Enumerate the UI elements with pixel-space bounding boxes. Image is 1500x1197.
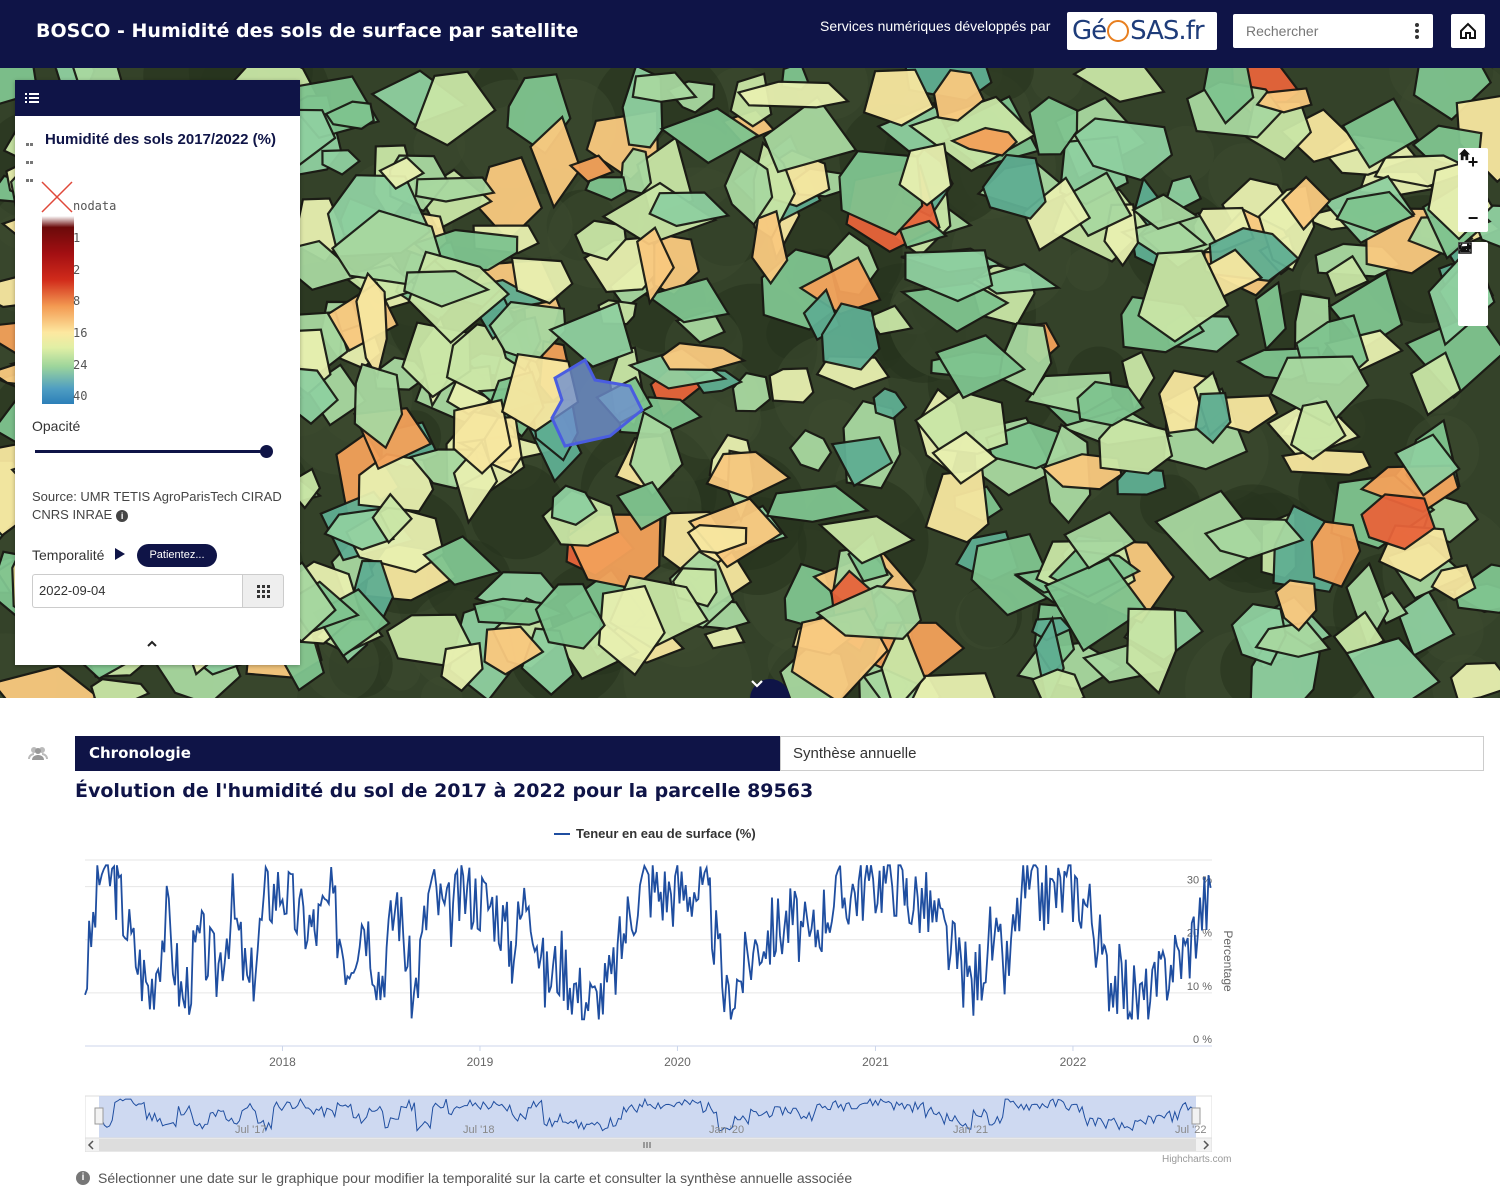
tab-synthese-annuelle[interactable]: Synthèse annuelle: [780, 736, 1484, 771]
panel-header: [15, 80, 300, 116]
navigator-tick-label: Jul '22: [1175, 1124, 1206, 1136]
navigator-tick-label: Jan '20: [709, 1124, 744, 1136]
drag-handle-icon[interactable]: [26, 134, 36, 182]
y-tick-label: 0 %: [1193, 1034, 1212, 1046]
chart-navigator[interactable]: Jul '17 Jul '18 Jan '20 Jan '21 Jul '22: [85, 1092, 1212, 1152]
legend-tick: 2: [73, 263, 81, 277]
humidity-chart[interactable]: 0 %10 %20 %30 %Percentage2018 2019 2020 202…: [75, 850, 1235, 1075]
hint-text: i Sélectionner une date sur le graphique …: [76, 1170, 852, 1186]
tab-chronologie[interactable]: Chronologie: [75, 736, 780, 771]
x-tick-label: 2018: [269, 1055, 296, 1069]
home-icon: [1458, 148, 1471, 161]
home-button[interactable]: [1451, 14, 1485, 48]
legend-tick: 16: [73, 326, 88, 340]
chevron-down-icon: [751, 680, 763, 688]
y-axis-title: Percentage: [1221, 930, 1235, 992]
chevron-up-icon[interactable]: [146, 638, 158, 650]
chart-credits[interactable]: Highcharts.com: [1162, 1154, 1231, 1165]
opacity-label: Opacité: [32, 418, 81, 434]
legend-tick: 8: [73, 294, 81, 308]
legend-color-ramp: [42, 216, 74, 404]
navigator-handle[interactable]: [1191, 1107, 1201, 1125]
legend-tick: 1: [73, 231, 81, 245]
layer-panel: Humidité des sols 2017/2022 (%) nodata 1…: [15, 80, 300, 665]
y-tick-label: 10 %: [1187, 981, 1212, 993]
chart-legend-item[interactable]: Teneur en eau de surface (%): [554, 826, 756, 841]
navigator-tick-label: Jul '17: [235, 1124, 266, 1136]
hint-label: Sélectionner une date sur le graphique p…: [98, 1170, 853, 1186]
opacity-slider-handle[interactable]: [260, 445, 273, 458]
info-icon: i: [76, 1171, 90, 1185]
legend-series-name: Teneur en eau de surface (%): [576, 826, 756, 841]
opacity-slider[interactable]: [35, 450, 271, 453]
source-text: Source: UMR TETIS AgroParisTech CIRAD CN…: [32, 488, 282, 524]
nodata-icon: [41, 181, 73, 213]
x-tick-label: 2020: [664, 1055, 691, 1069]
date-field[interactable]: 2022-09-04: [32, 574, 242, 608]
app-title: BOSCO - Humidité des sols de surface par…: [36, 20, 579, 42]
zoom-controls: + −: [1458, 148, 1488, 232]
legend-title: Humidité des sols 2017/2022 (%): [45, 131, 276, 148]
logo-dot-icon: [1107, 20, 1130, 42]
logo-text-left: Gé: [1072, 16, 1107, 46]
legend-tick: 40: [73, 389, 88, 403]
home-icon: [1460, 22, 1476, 39]
source-label: Source: UMR TETIS AgroParisTech CIRAD CN…: [32, 489, 282, 522]
export-image-button[interactable]: [1458, 242, 1488, 326]
series-line[interactable]: [84, 863, 1212, 1021]
legend-nodata-label: nodata: [73, 199, 117, 213]
calendar-button[interactable]: [242, 574, 284, 608]
calendar-grid-icon: [256, 584, 270, 598]
info-icon[interactable]: i: [116, 510, 129, 522]
x-tick-label: 2019: [467, 1055, 494, 1069]
play-icon[interactable]: [115, 548, 125, 560]
image-icon: [1458, 242, 1472, 254]
layer-list-icon[interactable]: [25, 92, 39, 104]
navigator-handle[interactable]: [94, 1107, 104, 1125]
search-box: [1233, 14, 1433, 48]
navigator-tick-label: Jan '21: [953, 1124, 988, 1136]
zoom-home-button[interactable]: [1458, 148, 1488, 204]
legend-line-swatch: [554, 832, 570, 835]
users-icon: [28, 747, 48, 760]
services-text: Services numériques développés par: [820, 18, 1051, 34]
chart-title: Évolution de l'humidité du sol de 2017 à…: [75, 780, 814, 802]
temporal-label: Temporalité: [32, 547, 105, 563]
zoom-out-button[interactable]: −: [1458, 204, 1488, 232]
search-input[interactable]: [1233, 14, 1403, 48]
legend-tick: 24: [73, 358, 88, 372]
kebab-menu-icon[interactable]: [1415, 23, 1421, 39]
x-tick-label: 2021: [862, 1055, 889, 1069]
wait-button[interactable]: Patientez...: [137, 544, 217, 567]
map-tools: [1458, 242, 1488, 326]
share-button[interactable]: [1458, 243, 1488, 298]
navigator-tick-label: Jul '18: [463, 1124, 494, 1136]
geosas-logo[interactable]: Gé SAS.fr: [1067, 12, 1217, 50]
logo-text-right: SAS.fr: [1130, 16, 1204, 46]
x-tick-label: 2022: [1060, 1055, 1087, 1069]
app-header: BOSCO - Humidité des sols de surface par…: [0, 0, 1500, 68]
